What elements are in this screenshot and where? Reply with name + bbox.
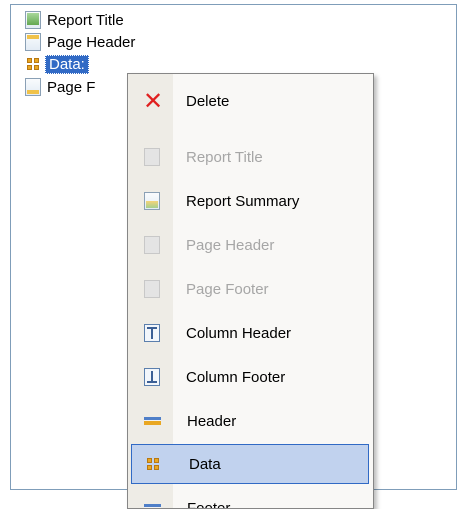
menu-item-footer[interactable]: Footer [131,488,369,509]
tree-item-page-header[interactable]: Page Header [25,31,135,53]
menu-item-label: Delete [186,93,229,110]
menu-item-label: Report Summary [186,193,299,210]
menu-item-label: Column Header [186,325,291,342]
menu-item-column-footer[interactable]: Column Footer [131,357,369,397]
menu-item-report-title[interactable]: Report Title [131,137,369,177]
menu-item-page-footer[interactable]: Page Footer [131,269,369,309]
context-menu: ✕ Delete Report Title Report Summary Pag… [127,73,374,509]
column-footer-icon [144,368,160,386]
data-band-icon [147,458,159,470]
tree-item-label: Report Title [47,12,124,29]
page-footer-band-icon [25,78,41,96]
menu-item-data[interactable]: Data [131,444,369,484]
menu-item-delete[interactable]: ✕ Delete [131,81,369,121]
header-band-icon [144,417,161,425]
menu-item-header[interactable]: Header [131,401,369,441]
menu-item-label: Header [187,413,236,430]
tree-item-label: Page F [47,79,95,96]
delete-icon: ✕ [143,92,161,110]
data-band-icon [27,58,39,70]
menu-item-label: Page Header [186,237,274,254]
menu-item-label: Column Footer [186,369,285,386]
tree-item-data[interactable]: Data: [25,53,89,75]
menu-item-label: Data [189,456,221,473]
page-header-icon [144,236,160,254]
tree-item-label: Page Header [47,34,135,51]
report-title-icon [144,148,160,166]
report-summary-icon [144,192,160,210]
page-header-band-icon [25,33,41,51]
column-header-icon [144,324,160,342]
menu-item-report-summary[interactable]: Report Summary [131,181,369,221]
menu-item-column-header[interactable]: Column Header [131,313,369,353]
page-footer-icon [144,280,160,298]
menu-item-page-header[interactable]: Page Header [131,225,369,265]
report-title-band-icon [25,11,41,29]
menu-item-label: Footer [187,500,230,509]
tree-item-report-title[interactable]: Report Title [25,9,124,31]
menu-item-label: Report Title [186,149,263,166]
tree-item-page-footer[interactable]: Page F [25,76,95,98]
menu-item-label: Page Footer [186,281,269,298]
tree-item-label-selected: Data: [45,55,89,74]
